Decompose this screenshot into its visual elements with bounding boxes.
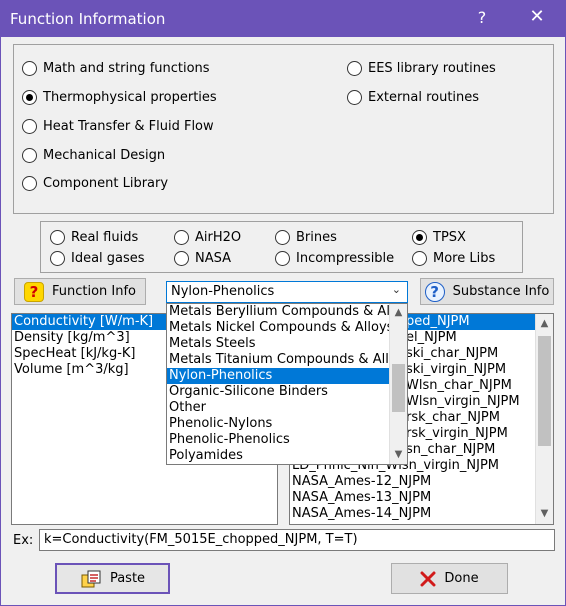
example-label: Ex: (13, 533, 34, 548)
paste-label: Paste (109, 571, 146, 586)
dropdown-item[interactable]: Metals Nickel Compounds & Alloys (167, 320, 393, 336)
radio-label: More Libs (433, 251, 496, 266)
close-icon[interactable]: ✕ (527, 6, 547, 27)
example-field[interactable]: k=Conductivity(FM_5015E_chopped_NJPM, T=… (39, 529, 555, 551)
radio-real-fluids[interactable]: Real fluids (50, 230, 138, 245)
substance-category-combo[interactable]: Nylon-Phenolics ⌄ (166, 281, 408, 303)
radio-circle (174, 251, 189, 266)
dropdown-item[interactable]: Phenolic-Nylons (167, 416, 389, 432)
scroll-thumb[interactable] (538, 336, 551, 446)
radio-nasa[interactable]: NASA (174, 251, 231, 266)
paste-icon (81, 570, 101, 587)
radio-label: EES library routines (368, 61, 496, 76)
radio-tpsx[interactable]: TPSX (412, 230, 466, 245)
combo-value: Nylon-Phenolics (171, 284, 275, 299)
radio-label: TPSX (433, 230, 466, 245)
question-icon: ? (424, 281, 445, 302)
dropdown-scrollbar[interactable]: ▲ ▼ (389, 304, 407, 464)
done-button[interactable]: Done (391, 563, 508, 594)
paste-button[interactable]: Paste (55, 563, 170, 594)
radio-label: Math and string functions (43, 61, 210, 76)
radio-brines[interactable]: Brines (275, 230, 337, 245)
close-icon (420, 571, 436, 586)
list-item[interactable]: NASA_Ames-12_NJPM (290, 474, 535, 490)
dropdown-item[interactable]: Organic-Silicone Binders (167, 384, 389, 400)
radio-circle (275, 251, 290, 266)
done-label: Done (444, 571, 479, 586)
category-group: Math and string functions Thermophysical… (13, 44, 554, 214)
help-icon[interactable]: ? (475, 8, 489, 27)
radio-circle (22, 176, 37, 191)
radio-ees-library[interactable]: EES library routines (347, 61, 496, 76)
radio-circle-selected (22, 90, 37, 105)
radio-component-library[interactable]: Component Library (22, 176, 168, 191)
radio-circle (275, 230, 290, 245)
radio-label: NASA (195, 251, 232, 266)
dropdown-item[interactable]: Metals Titanium Compounds & Allo (167, 352, 397, 368)
radio-circle (22, 61, 37, 76)
radio-label: Brines (296, 230, 337, 245)
radio-label: AirH2O (195, 230, 242, 245)
radio-circle (174, 230, 189, 245)
substance-category-dropdown[interactable]: Metals Beryllium Compounds & Allo Metals… (166, 303, 408, 465)
radio-label: Real fluids (71, 230, 139, 245)
dropdown-item[interactable]: Metals Steels (167, 336, 389, 352)
scroll-down-icon[interactable]: ▼ (390, 447, 407, 463)
fluid-type-group: Real fluids AirH2O Brines TPSX Ideal gas… (40, 221, 523, 273)
radio-more-libs[interactable]: More Libs (412, 251, 495, 266)
radio-circle (412, 251, 427, 266)
radio-circle (22, 119, 37, 134)
dropdown-item-selected[interactable]: Nylon-Phenolics (167, 368, 389, 384)
radio-incompressible[interactable]: Incompressible (275, 251, 394, 266)
radio-label: Thermophysical properties (43, 90, 217, 105)
chevron-down-icon: ⌄ (391, 283, 401, 296)
substances-scrollbar[interactable]: ▲ ▼ (535, 314, 553, 524)
radio-label: External routines (368, 90, 480, 105)
dropdown-item[interactable]: Metals Beryllium Compounds & Allo (167, 304, 402, 320)
dropdown-item[interactable]: Polyamides (167, 448, 389, 464)
substance-info-label: Substance Info (452, 284, 550, 299)
question-icon: ? (23, 281, 44, 302)
radio-label: Component Library (43, 176, 169, 191)
list-item[interactable]: NASA_Ames-13_NJPM (290, 490, 535, 506)
radio-label: Mechanical Design (43, 148, 166, 163)
dropdown-item[interactable]: Other (167, 400, 389, 416)
dropdown-item[interactable]: Phenolic-Phenolics (167, 432, 389, 448)
window-title: Function Information (10, 10, 166, 28)
radio-label: Ideal gases (71, 251, 145, 266)
radio-heat-transfer[interactable]: Heat Transfer & Fluid Flow (22, 119, 214, 134)
radio-math-string[interactable]: Math and string functions (22, 61, 210, 76)
radio-thermophysical[interactable]: Thermophysical properties (22, 90, 217, 105)
scroll-thumb[interactable] (392, 364, 405, 412)
radio-ideal-gases[interactable]: Ideal gases (50, 251, 145, 266)
radio-circle-selected (412, 230, 427, 245)
radio-label: Incompressible (296, 251, 395, 266)
radio-airh2o[interactable]: AirH2O (174, 230, 241, 245)
radio-circle (50, 230, 65, 245)
radio-label: Heat Transfer & Fluid Flow (43, 119, 214, 134)
scroll-down-icon[interactable]: ▼ (536, 506, 553, 522)
scroll-up-icon[interactable]: ▲ (390, 305, 407, 321)
function-info-label: Function Info (51, 284, 137, 299)
radio-circle (347, 61, 362, 76)
scroll-up-icon[interactable]: ▲ (536, 316, 553, 332)
radio-mechanical-design[interactable]: Mechanical Design (22, 148, 165, 163)
radio-circle (22, 148, 37, 163)
radio-external-routines[interactable]: External routines (347, 90, 479, 105)
list-item[interactable]: NASA_Ames-14_NJPM (290, 506, 535, 522)
radio-circle (50, 251, 65, 266)
title-bar: Function Information ? ✕ (1, 1, 565, 37)
example-value: k=Conductivity(FM_5015E_chopped_NJPM, T=… (44, 532, 358, 547)
substance-info-button[interactable]: ? Substance Info (420, 278, 554, 305)
radio-circle (347, 90, 362, 105)
function-information-dialog: Function Information ? ✕ Math and string… (0, 0, 566, 606)
function-info-button[interactable]: ? Function Info (14, 278, 146, 305)
